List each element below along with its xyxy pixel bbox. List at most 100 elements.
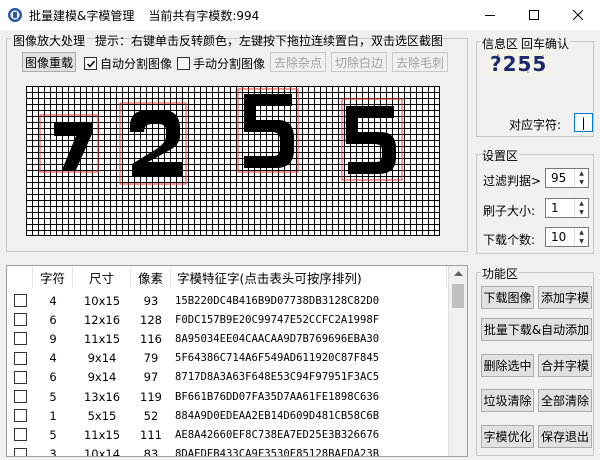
batch-download-button[interactable]: 批量下载&自动添加 (481, 318, 592, 341)
row-checkbox[interactable] (13, 332, 27, 346)
scrollbar-thumb[interactable] (452, 284, 464, 308)
row-pixels: 52 (143, 408, 159, 423)
magnified-captcha-image (39, 88, 403, 185)
row-checkbox[interactable] (13, 390, 27, 403)
cut-edge-button[interactable]: 切除白边 (331, 52, 387, 72)
table-row[interactable]: 4 10x15 93 15B220DC4B416B9D07738DB3128C82D0 (7, 291, 447, 310)
table-scrollbar[interactable] (448, 266, 467, 456)
download-count-label: 下载个数: (483, 233, 536, 247)
row-select-cell[interactable] (7, 349, 33, 368)
table-row[interactable]: 5 13x16 119 BF661B76DD07FA35D7AA61FE1898C63… (7, 387, 447, 406)
column-header-size[interactable]: 尺寸 (73, 266, 131, 288)
row-size: 12x16 (83, 312, 121, 327)
manual-split-check-box[interactable] (177, 57, 190, 70)
window-title: 批量建模&字模管理 当前共有字模数:994 (29, 7, 259, 24)
row-select-cell[interactable] (7, 291, 33, 310)
row-size: 9x14 (87, 351, 117, 366)
row-checkbox[interactable] (13, 428, 27, 442)
row-select-cell[interactable] (7, 445, 33, 456)
auto-split-label: 自动分割图像 (100, 57, 173, 71)
column-header-feature[interactable]: 字模特征字(点击表头可按序排列) (171, 266, 447, 288)
row-checkbox[interactable] (13, 351, 27, 365)
minimize-button[interactable] (468, 0, 512, 30)
row-size: 13x16 (83, 389, 121, 404)
row-feature: 5F64386C714A6F549AD611920C87F845 (175, 352, 380, 365)
font-table[interactable]: 字符 尺寸 像素 字模特征字(点击表头可按序排列) 4 10x15 93 15B220… (6, 265, 468, 457)
glyph-3 (237, 88, 299, 173)
filter-value: 95 (551, 171, 567, 185)
reload-image-button[interactable]: 图像重载 (22, 52, 76, 72)
spin-up-icon[interactable]: ▲ (575, 228, 588, 237)
table-row[interactable]: 6 12x16 128 F0DC157B9E20C99747E52CCFC2A1998… (7, 310, 447, 329)
row-char: 6 (49, 370, 57, 385)
row-select-cell[interactable] (7, 425, 33, 444)
glyph-2 (119, 102, 187, 185)
table-row[interactable]: 9 11x15 116 8A95034EE04CAACAA9D7B769696EBA3… (7, 329, 447, 348)
table-row[interactable]: 1 5x15 52 884A9D0EDEAA2EB14D609D481CB58C6B (7, 406, 447, 425)
row-select-cell[interactable] (7, 329, 33, 348)
row-select-cell[interactable] (7, 387, 33, 406)
row-feature: 15B220DC4B416B9D07738DB3128C82D0 (175, 294, 380, 307)
scroll-up-icon[interactable] (449, 266, 468, 282)
maximize-icon (529, 10, 539, 20)
auto-split-check-box[interactable] (84, 57, 97, 70)
row-char: 3 (49, 447, 57, 457)
brush-spinner[interactable]: 1 ▲ ▼ (545, 198, 589, 218)
row-feature: 8717D8A3A63F648E53C94F97951F3AC5 (175, 371, 380, 384)
table-row[interactable]: 4 9x14 79 5F64386C714A6F549AD611920C87F845 (7, 349, 447, 368)
delete-selected-button[interactable]: 删除选中 (481, 354, 534, 377)
row-size: 10x14 (83, 447, 121, 457)
table-row[interactable]: 5 11x15 111 AE8A42660EF8C738EA7ED25E3B32667… (7, 425, 447, 444)
maximize-button[interactable] (512, 0, 556, 30)
column-header-pixels[interactable]: 像素 (131, 266, 171, 288)
row-checkbox[interactable] (13, 447, 27, 456)
table-row[interactable]: 3 10x14 83 8DAEDEB433CA9F3530E85128BAFDA23B (7, 445, 447, 457)
row-checkbox[interactable] (13, 370, 27, 384)
optimize-fonts-button[interactable]: 字模优化 (481, 425, 534, 448)
column-header-char[interactable]: 字符 (33, 266, 73, 288)
download-count-spinner[interactable]: 10 ▲ ▼ (545, 227, 589, 247)
spin-up-icon[interactable]: ▲ (575, 169, 588, 178)
spin-down-icon[interactable]: ▼ (575, 178, 588, 187)
row-char: 4 (49, 351, 57, 366)
char-input-value: | (581, 115, 586, 130)
remove-noise-button[interactable]: 去除杂点 (270, 52, 326, 72)
download-image-button[interactable]: 下载图像 (481, 286, 534, 309)
row-char: 6 (49, 312, 57, 327)
close-button[interactable] (556, 0, 600, 30)
row-select-cell[interactable] (7, 406, 33, 425)
add-font-button[interactable]: 添加字模 (538, 286, 592, 309)
spin-up-icon[interactable]: ▲ (575, 199, 588, 208)
row-char: 9 (49, 331, 57, 346)
manual-split-checkbox[interactable]: 手动分割图像 (177, 55, 265, 72)
row-checkbox[interactable] (13, 409, 27, 423)
spin-down-icon[interactable]: ▼ (575, 208, 588, 217)
row-pixels: 79 (143, 351, 159, 366)
table-row[interactable]: 6 9x14 97 8717D8A3A63F648E53C94F97951F3AC5 (7, 368, 447, 387)
column-header-select[interactable] (7, 266, 33, 288)
row-feature: F0DC157B9E20C99747E52CCFC2A1998F (175, 313, 380, 326)
save-exit-button[interactable]: 保存退出 (538, 425, 592, 448)
check-icon (86, 60, 95, 68)
clean-garbage-button[interactable]: 垃圾清除 (481, 389, 534, 412)
auto-split-checkbox[interactable]: 自动分割图像 (84, 55, 172, 72)
spin-down-icon[interactable]: ▼ (575, 237, 588, 246)
row-checkbox[interactable] (13, 294, 27, 307)
char-input[interactable]: | (574, 113, 593, 132)
row-select-cell[interactable] (7, 310, 33, 329)
title-bar: 批量建模&字模管理 当前共有字模数:994 (0, 0, 600, 30)
row-select-cell[interactable] (7, 368, 33, 387)
pixel-grid-canvas[interactable] (26, 86, 440, 236)
filter-spinner[interactable]: 95 ▲ ▼ (545, 168, 589, 188)
row-size: 11x15 (83, 331, 121, 346)
row-size: 5x15 (87, 408, 117, 423)
clear-all-button[interactable]: 全部清除 (538, 389, 592, 412)
close-icon (573, 10, 583, 20)
row-pixels: 119 (140, 389, 162, 404)
table-header: 字符 尺寸 像素 字模特征字(点击表头可按序排列) (7, 266, 447, 288)
row-checkbox[interactable] (13, 313, 27, 327)
remove-burr-button[interactable]: 去除毛刺 (392, 52, 448, 72)
row-pixels: 111 (140, 427, 162, 442)
merge-fonts-button[interactable]: 合并字模 (538, 354, 592, 377)
captcha-preview-image: ?255 (488, 50, 552, 76)
